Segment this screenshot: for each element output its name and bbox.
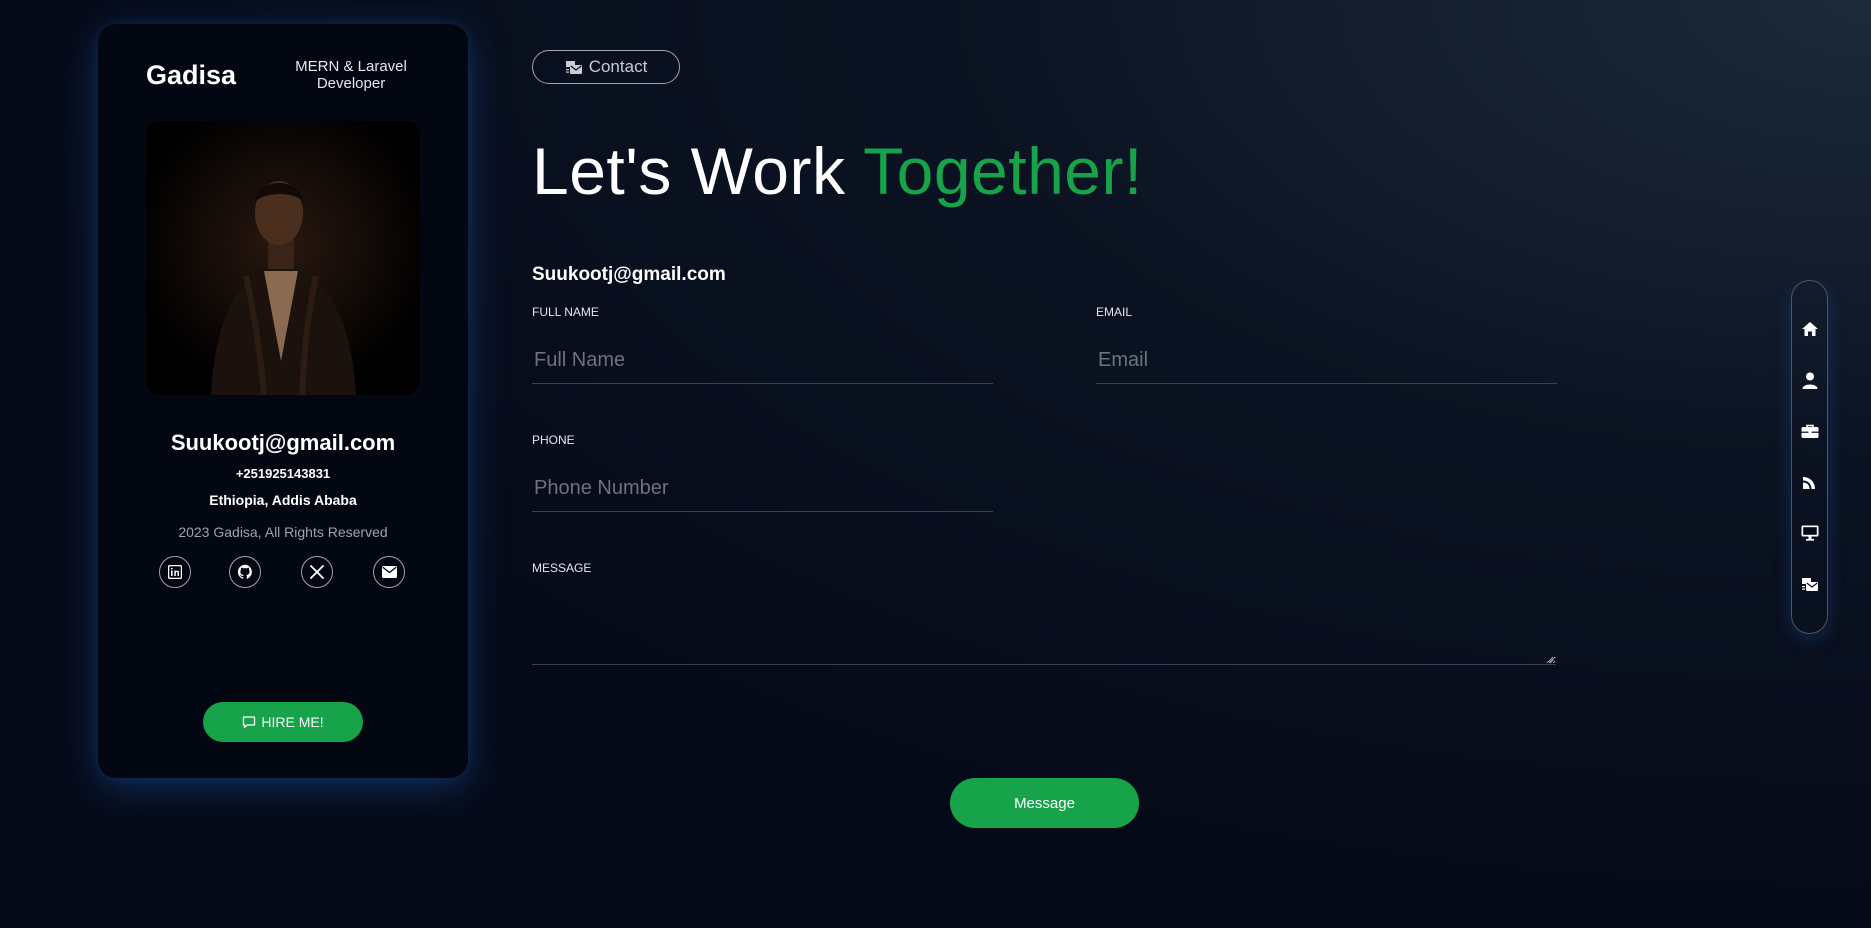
full-name-label: FULL NAME — [532, 305, 599, 319]
page-title: Let's Work Together! — [532, 133, 1143, 209]
user-icon — [1802, 372, 1818, 389]
profile-photo — [146, 121, 420, 395]
headline-white: Let's Work — [532, 134, 846, 208]
copyright: 2023 Gadisa, All Rights Reserved — [178, 524, 388, 540]
x-icon — [310, 565, 324, 579]
home-icon — [1802, 322, 1818, 336]
x-link[interactable] — [301, 556, 333, 588]
headline-green: Together! — [863, 134, 1143, 208]
message-textarea[interactable] — [532, 587, 1556, 665]
feed-icon — [1803, 477, 1815, 489]
contact-card-icon — [565, 60, 582, 74]
card-location: Ethiopia, Addis Ababa — [209, 492, 357, 508]
envelope-icon — [381, 566, 397, 578]
phone-label: PHONE — [532, 433, 575, 447]
card-email: Suukootj@gmail.com — [170, 430, 396, 455]
portrait-image — [146, 121, 420, 395]
full-name-input[interactable] — [532, 338, 993, 384]
contact-card-icon — [1802, 577, 1818, 591]
linkedin-link[interactable] — [159, 556, 191, 588]
nav-home[interactable] — [1800, 319, 1820, 339]
hire-me-button[interactable]: HIRE ME! — [203, 702, 363, 742]
nav-contact[interactable] — [1800, 574, 1820, 594]
desktop-icon — [1801, 525, 1819, 541]
message-label: MESSAGE — [532, 561, 592, 575]
card-phone: +251925143831 — [235, 466, 331, 481]
nav-blog[interactable] — [1800, 472, 1820, 492]
github-icon — [237, 564, 252, 579]
linkedin-icon — [168, 565, 182, 579]
contact-email: Suukootj@gmail.com — [532, 264, 726, 285]
email-link[interactable] — [373, 556, 405, 588]
side-nav — [1791, 280, 1828, 634]
email-input[interactable] — [1096, 338, 1557, 384]
nav-about[interactable] — [1800, 370, 1820, 390]
role-title: MERN & Laravel Developer — [295, 58, 407, 92]
phone-input[interactable] — [532, 466, 993, 512]
nav-projects[interactable] — [1800, 523, 1820, 543]
social-links — [159, 556, 409, 590]
brand-name: Gadisa — [146, 60, 237, 90]
email-label: EMAIL — [1096, 305, 1133, 319]
card-header: Gadisa MERN & Laravel Developer — [146, 54, 416, 94]
section-pill: Contact — [532, 50, 680, 84]
briefcase-icon — [1801, 424, 1819, 438]
github-link[interactable] — [229, 556, 261, 588]
profile-card: Gadisa MERN & Laravel Developer Suukootj… — [98, 24, 468, 778]
nav-experience[interactable] — [1800, 421, 1820, 441]
hire-me-label: HIRE ME! — [261, 714, 324, 730]
submit-message-button[interactable]: Message — [950, 778, 1139, 828]
resize-grip-icon[interactable] — [1544, 654, 1554, 664]
chat-icon — [243, 715, 256, 728]
section-pill-label: Contact — [588, 57, 648, 76]
